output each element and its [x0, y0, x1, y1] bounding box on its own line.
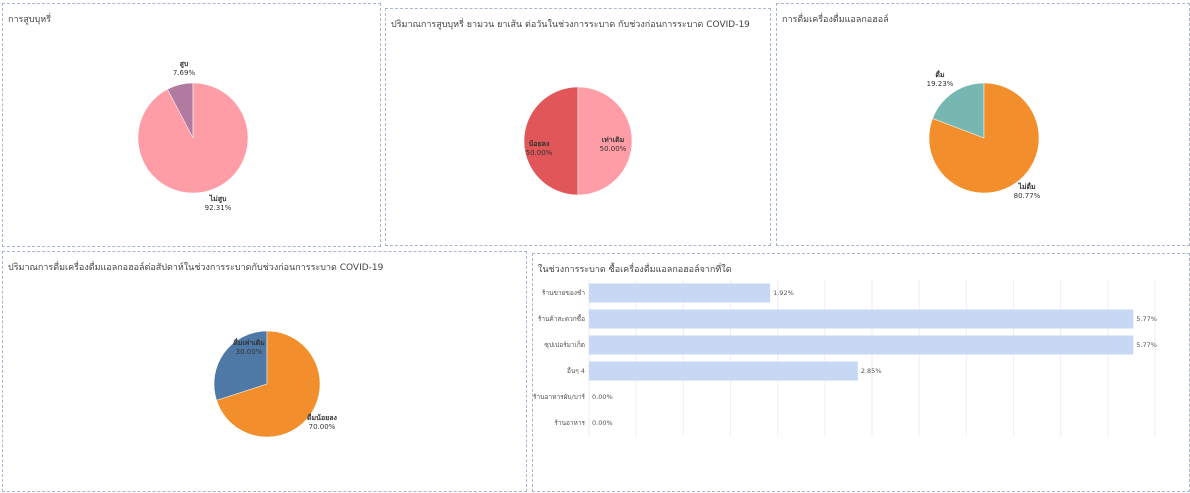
slice-value-label: 92.31% — [205, 204, 232, 212]
bar[interactable] — [589, 309, 1134, 329]
category-label: ร้านค้าสะดวกซื้อ — [538, 314, 585, 323]
smoking-pie: ไม่สูบ92.31% สูบ7.69% — [137, 60, 249, 212]
bar-value-label: 5.77% — [1136, 315, 1157, 323]
drinking-amount-panel: ปริมาณการดื่มเครื่องดื่มแอลกอฮอล์ต่อสัปด… — [2, 251, 527, 492]
slice-name-label: เท่าเดิม — [602, 136, 625, 144]
category-label: อื่นๆ 4 — [567, 366, 585, 375]
slice-name-label: สูบ — [180, 60, 189, 69]
purchase-panel: ในช่วงการระบาด ซื้อเครื่องดื่มแอลกอฮอล์จ… — [532, 253, 1190, 492]
bar-value-label: 0.00% — [592, 393, 613, 401]
slice-name-label: ดื่มเท่าเดิม — [233, 337, 265, 347]
slice-name-label: ดื่ม — [935, 69, 945, 79]
bar[interactable] — [589, 335, 1134, 355]
purchase-bar-chart: ร้านขายของชำ 1.92% ร้านค้าสะดวกซื้อ 5.77% ซุ… — [533, 280, 1157, 436]
slice-value-label: 7.69% — [173, 69, 196, 77]
category-label: ร้านขายของชำ — [542, 289, 585, 297]
slice-value-label: 30.00% — [236, 348, 263, 356]
bar[interactable] — [589, 361, 858, 381]
slice-name-label: น้อยลง — [529, 139, 550, 148]
category-label: ร้านอาหาร — [554, 419, 585, 427]
drinking-panel: การดื่มเครื่องดื่มแอลกอฮอล์ ไม่ดื่ม 80.77… — [776, 3, 1190, 246]
category-label: ร้านอาหารผับ/บาร์ — [533, 393, 585, 401]
slice-name-label: ไม่ดื่ม — [1017, 181, 1036, 191]
bar-value-label: 1.92% — [773, 289, 794, 297]
slice-value-label: 50.00% — [526, 149, 553, 157]
smoking-amount-pie: เท่าเดิม50.00%น้อยลง50.00% — [523, 86, 633, 196]
drinking-pie: ไม่ดื่ม80.77% ดื่ม19.23% — [927, 69, 1041, 200]
pie-slice-0[interactable] — [137, 82, 249, 194]
slice-name-label: ดื่มน้อยลง — [307, 412, 338, 422]
slice-value-label: 50.00% — [600, 145, 627, 153]
smoking-amount-panel: ปริมาณการสูบบุหรี่ ยามวน ยาเส้น ต่อวันใน… — [385, 8, 771, 246]
bar-value-label: 0.00% — [592, 419, 613, 427]
bar-value-label: 5.77% — [1136, 341, 1157, 349]
category-label: ซุปเปอร์มาเก็ต — [544, 340, 585, 349]
smoking-panel: การสูบบุหรี่ ไม่สูบ 92.31% สูบ 7.69% — [2, 3, 381, 247]
bar[interactable] — [589, 283, 771, 303]
slice-value-label: 80.77% — [1014, 192, 1041, 200]
slice-value-label: 70.00% — [309, 423, 336, 431]
bar-value-label: 2.85% — [861, 367, 882, 375]
slice-value-label: 19.23% — [927, 80, 954, 88]
slice-name-label: ไม่สูบ — [209, 194, 227, 204]
drinking-amount-pie: ดื่มน้อยลง70.00% ดื่มเท่าเดิม30.00% — [213, 330, 338, 438]
